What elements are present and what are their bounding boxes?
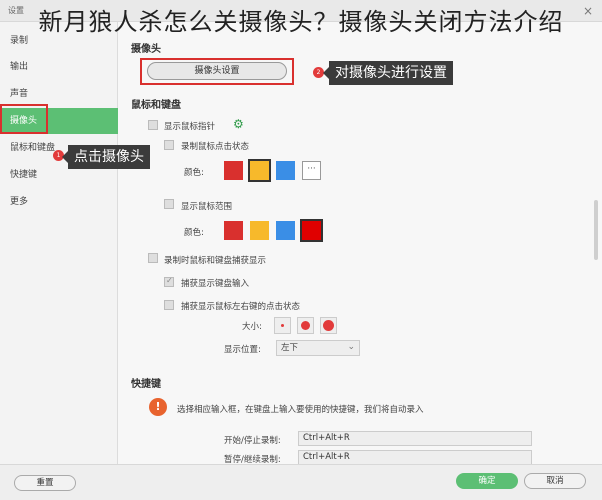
size-small-button[interactable] [274,317,291,334]
click-color-blue[interactable] [276,161,295,180]
position-select[interactable]: 左下 ⌄ [276,340,360,356]
capture-clicks-label: 捕获显示鼠标左右键的点击状态 [181,302,301,312]
callout-click-camera-text: 点击摄像头 [74,149,144,165]
size-large-button[interactable] [320,317,337,334]
capture-keyboard-checkbox[interactable] [164,276,174,287]
range-color-darkred[interactable] [300,219,323,242]
info-icon: ! [149,398,167,416]
range-color-blue[interactable] [276,221,295,240]
start-stop-label: 开始/停止录制: [224,436,281,446]
cancel-button[interactable]: 取消 [524,473,586,489]
chevron-down-icon: ⌄ [347,342,355,352]
shortcuts-info-text: 选择相应输入框，在键盘上输入要使用的快捷键，我们将自动录入 [177,405,424,415]
reset-button[interactable]: 重置 [14,475,76,491]
record-display-label: 录制时鼠标和键盘捕获显示 [164,256,267,266]
click-color-label: 颜色: [184,168,204,178]
show-pointer-label: 显示鼠标指针 [164,122,216,132]
dialog-footer: 重置 确定 取消 [0,464,602,500]
mouse-keyboard-section-title: 鼠标和键盘 [131,100,181,111]
click-color-yellow[interactable] [248,159,271,182]
camera-settings-button[interactable]: 摄像头设置 [147,62,287,80]
click-color-more-button[interactable]: ··· [302,161,321,180]
ok-button[interactable]: 确定 [456,473,518,489]
sidebar-item-more[interactable]: 更多 [0,189,118,215]
range-color-red[interactable] [224,221,243,240]
position-select-value: 左下 [281,343,299,353]
callout-arrow [323,67,329,79]
position-label: 显示位置: [224,345,261,355]
click-color-red[interactable] [224,161,243,180]
settings-sidebar: 录制 输出 声音 摄像头 鼠标和键盘 快捷键 更多 [0,22,118,464]
callout-camera-settings-text: 对摄像头进行设置 [335,65,447,81]
show-pointer-checkbox[interactable] [148,120,158,130]
capture-clicks-checkbox[interactable] [164,300,174,310]
record-click-label: 录制鼠标点击状态 [181,142,250,152]
range-color-label: 颜色: [184,228,204,238]
sidebar-item-output[interactable]: 输出 [0,54,118,80]
camera-section-title: 摄像头 [131,44,161,55]
small-dot-icon [281,324,284,327]
shortcuts-section-title: 快捷键 [131,379,161,390]
record-click-checkbox[interactable] [164,140,174,150]
gear-icon[interactable]: ⚙ [233,118,244,130]
article-headline: 新月狼人杀怎么关摄像头？摄像头关闭方法介绍 [38,8,564,36]
camera-nav-highlight [0,104,48,134]
start-stop-shortcut-field[interactable]: Ctrl+Alt+R [298,431,532,446]
scrollbar[interactable] [594,200,598,260]
show-range-label: 显示鼠标范围 [181,202,233,212]
capture-keyboard-label: 捕获显示键盘输入 [181,279,250,289]
size-medium-button[interactable] [297,317,314,334]
callout-camera-settings: 对摄像头进行设置 [323,61,453,85]
show-range-checkbox[interactable] [164,199,174,209]
pause-shortcut-field[interactable]: Ctrl+Alt+R [298,450,532,465]
medium-dot-icon [301,321,310,330]
size-label: 大小: [242,322,262,332]
record-display-checkbox[interactable] [148,253,158,263]
callout-arrow [62,151,68,163]
large-dot-icon [323,320,334,331]
settings-main-panel [118,22,602,464]
callout-click-camera: 点击摄像头 [62,145,150,169]
range-color-yellow[interactable] [250,221,269,240]
